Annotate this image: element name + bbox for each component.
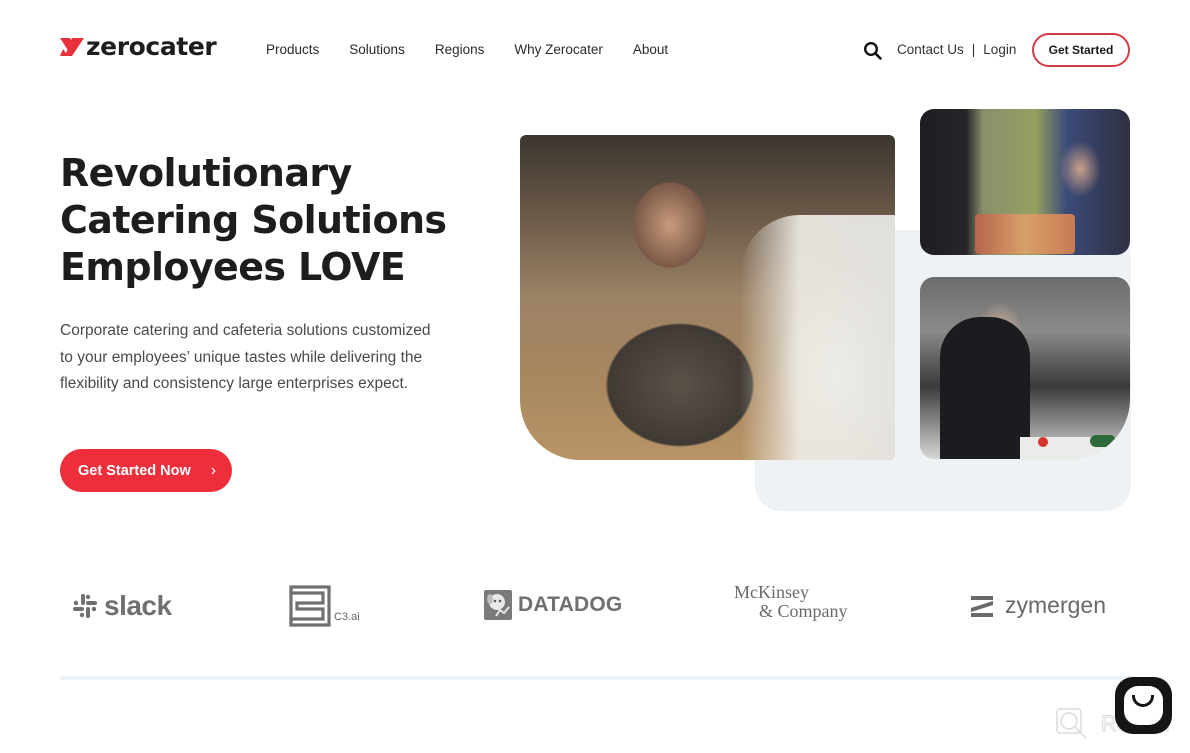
separator: | xyxy=(971,42,976,57)
greens xyxy=(1090,435,1116,447)
revain-logo-icon xyxy=(1056,708,1087,739)
c3ai-logo: C3.ai xyxy=(289,585,360,627)
headline-line: Revolutionary xyxy=(60,151,352,195)
nav-about[interactable]: About xyxy=(633,42,668,58)
c3ai-mark-icon xyxy=(289,585,331,627)
nav-why-zerocater[interactable]: Why Zerocater xyxy=(514,42,603,58)
search-icon[interactable] xyxy=(863,41,883,61)
client-logos: slack C3.ai DATADOG McKinsey & Company z… xyxy=(0,580,1190,640)
photo-blur-overlay xyxy=(740,215,895,460)
hero-subtext: Corporate catering and cafeteria solutio… xyxy=(60,322,431,392)
datadog-logo: DATADOG xyxy=(482,588,622,622)
nav-solutions[interactable]: Solutions xyxy=(349,42,405,58)
zymergen-z-icon xyxy=(971,595,993,617)
slack-wordmark: slack xyxy=(104,590,172,621)
chevron-right-icon: › xyxy=(210,461,217,479)
zymergen-logo: zymergen xyxy=(971,592,1106,619)
slack-hash-icon xyxy=(73,594,97,618)
headline-line: Catering Solutions xyxy=(60,198,447,242)
mckinsey-logo: McKinsey & Company xyxy=(734,583,848,621)
brand-name: zerocater xyxy=(86,32,217,61)
tomato xyxy=(1038,437,1048,447)
nav-products[interactable]: Products xyxy=(266,42,319,58)
get-started-button[interactable]: Get Started xyxy=(1032,33,1130,67)
mckinsey-line2: & Company xyxy=(759,601,848,621)
food-tray xyxy=(975,214,1075,254)
nav-regions[interactable]: Regions xyxy=(435,42,485,58)
hero-headline: Revolutionary Catering Solutions Employe… xyxy=(60,150,447,291)
brand-logo[interactable]: zerocater xyxy=(60,32,217,61)
zerocater-logo-mark-icon xyxy=(60,38,84,56)
chef-cutting-photo xyxy=(920,277,1130,459)
slack-logo: slack xyxy=(72,590,172,622)
datadog-dog-icon xyxy=(484,590,512,620)
main-nav: Products Solutions Regions Why Zerocater… xyxy=(266,42,698,58)
cafeteria-diners-photo xyxy=(520,135,895,460)
get-started-now-button[interactable]: Get Started Now › xyxy=(60,449,232,492)
chef-figure xyxy=(940,317,1030,459)
login-link[interactable]: Login xyxy=(983,42,1016,57)
mckinsey-line1: McKinsey xyxy=(734,582,809,602)
zymergen-wordmark: zymergen xyxy=(1005,592,1106,618)
section-divider xyxy=(60,676,1132,680)
food-service-counter-photo xyxy=(920,109,1130,255)
cta-label: Get Started Now xyxy=(78,462,191,479)
headline-line: Employees LOVE xyxy=(60,245,406,289)
datadog-wordmark: DATADOG xyxy=(518,593,623,616)
chat-widget-button[interactable] xyxy=(1115,677,1172,734)
contact-us-link[interactable]: Contact Us xyxy=(897,42,964,57)
c3ai-wordmark: C3.ai xyxy=(334,611,360,623)
header-utilities: Contact Us | Login xyxy=(897,42,1016,57)
